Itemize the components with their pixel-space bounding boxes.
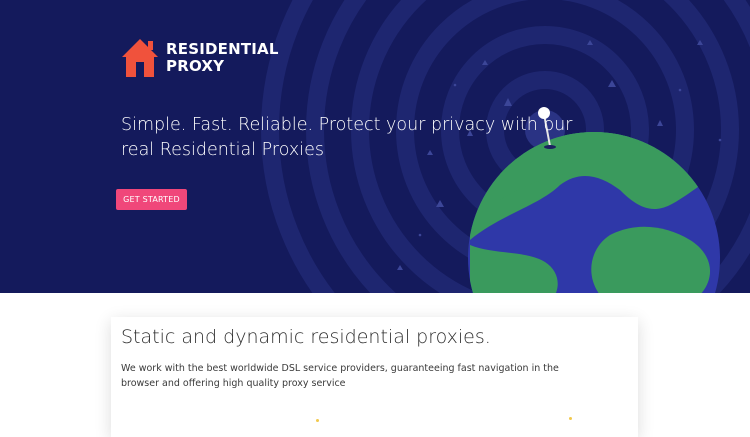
hero-section: RESIDENTIAL PROXY Simple. Fast. Reliable… xyxy=(0,0,750,293)
house-icon xyxy=(122,39,158,77)
features-card: Static and dynamic residential proxies. … xyxy=(111,317,638,437)
features-description: We work with the best worldwide DSL serv… xyxy=(121,363,559,389)
hero-headline: Simple. Fast. Reliable. Protect your pri… xyxy=(121,115,573,160)
brand-logo[interactable]: RESIDENTIAL PROXY xyxy=(121,38,279,78)
decorative-dot xyxy=(569,417,572,420)
brand-name: RESIDENTIAL PROXY xyxy=(166,41,279,75)
brand-line-2: PROXY xyxy=(166,57,225,75)
brand-line-1: RESIDENTIAL xyxy=(166,40,279,58)
features-title: Static and dynamic residential proxies. xyxy=(121,326,491,348)
get-started-button[interactable]: GET STARTED xyxy=(116,189,187,210)
